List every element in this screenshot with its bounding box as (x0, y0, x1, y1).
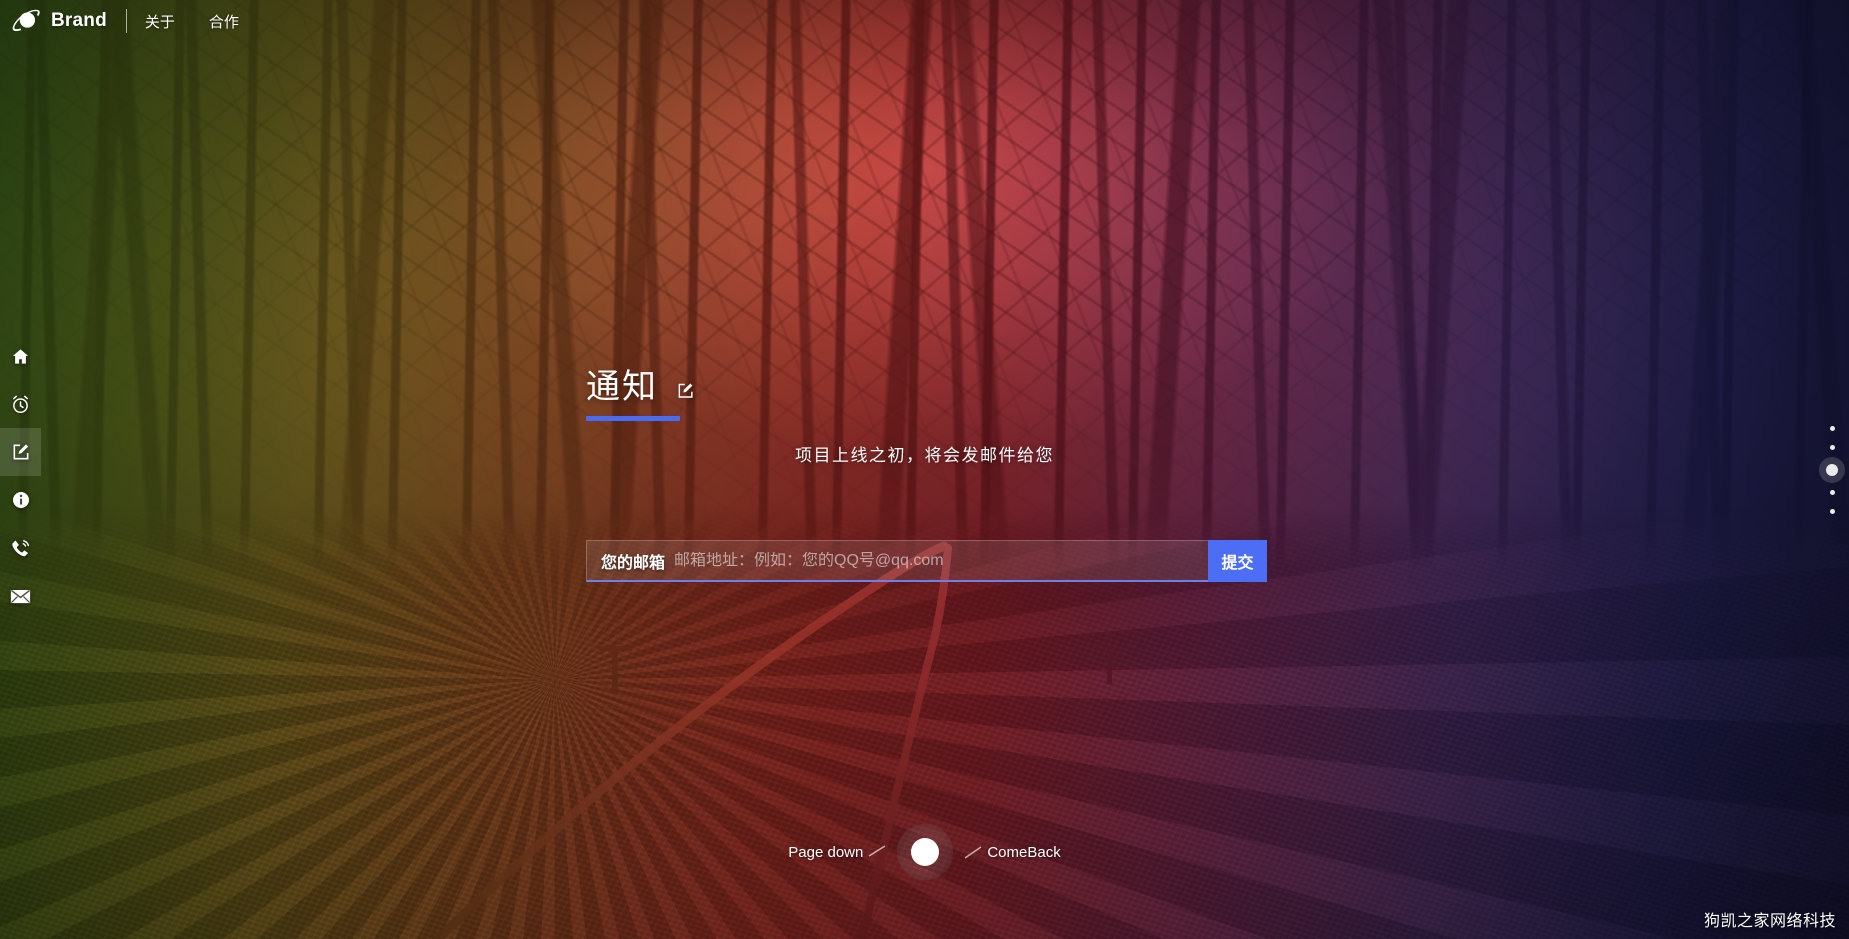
envelope-icon (10, 589, 31, 604)
sidebar-item-alarm[interactable] (0, 380, 41, 428)
page-dot-4[interactable] (1829, 489, 1835, 495)
page-indicator-dots (1826, 425, 1838, 514)
phone-ring-icon (10, 538, 31, 559)
email-input[interactable] (674, 551, 1194, 570)
sidebar-item-info[interactable] (0, 476, 41, 524)
subscribe-form: 您的邮箱 提交 (586, 540, 1267, 582)
sidebar-item-home[interactable] (0, 332, 41, 380)
page-dot-2[interactable] (1829, 444, 1835, 450)
left-sidebar (0, 332, 41, 620)
hero-title-block: 通知 (586, 370, 695, 421)
page-dot-5[interactable] (1829, 508, 1835, 514)
page-down-label[interactable]: Page down (788, 844, 863, 861)
hero-section: 通知 项目上线之初，将会发邮件给您 您的邮箱 提交 (0, 0, 1849, 939)
scroll-knob-button[interactable] (897, 824, 954, 880)
site-header: Brand 关于 合作 (0, 0, 1849, 42)
email-label: 您的邮箱 (601, 554, 666, 572)
sidebar-item-contact[interactable] (0, 524, 41, 572)
bottom-scroll-control: Page down ComeBack (0, 824, 1849, 880)
email-field-group: 您的邮箱 (586, 540, 1208, 582)
page-dot-3[interactable] (1826, 463, 1838, 476)
main-nav: 关于 合作 (145, 11, 239, 32)
scroll-knob-icon (911, 838, 940, 866)
brand[interactable]: Brand (11, 8, 107, 34)
nav-about[interactable]: 关于 (145, 11, 175, 32)
edit-square-icon (11, 442, 31, 462)
sidebar-item-notice[interactable] (0, 428, 41, 476)
title-underline (586, 416, 680, 421)
edit-square-icon[interactable] (676, 381, 695, 400)
come-back-label[interactable]: ComeBack (987, 844, 1060, 861)
nav-cooperation[interactable]: 合作 (209, 11, 239, 32)
hero-subtitle: 项目上线之初，将会发邮件给您 (795, 446, 1054, 465)
sidebar-item-mail[interactable] (0, 572, 41, 620)
submit-button[interactable]: 提交 (1208, 540, 1267, 582)
page-title: 通知 (586, 368, 658, 406)
chevron-right-tick-icon (868, 845, 886, 857)
info-circle-icon (11, 490, 31, 510)
brand-name: Brand (51, 10, 107, 31)
alarm-clock-icon (10, 394, 31, 415)
page-dot-1[interactable] (1829, 425, 1835, 431)
watermark: 狗凯之家网络科技 (1703, 913, 1836, 930)
saturn-planet-icon (11, 8, 41, 34)
home-icon (11, 347, 30, 366)
header-divider (125, 9, 127, 33)
chevron-left-tick-icon (964, 846, 982, 859)
page-root: Brand 关于 合作 通知 项目上线之初，将会发邮件给您 您的邮箱 邮箱地址：… (0, 0, 1849, 939)
